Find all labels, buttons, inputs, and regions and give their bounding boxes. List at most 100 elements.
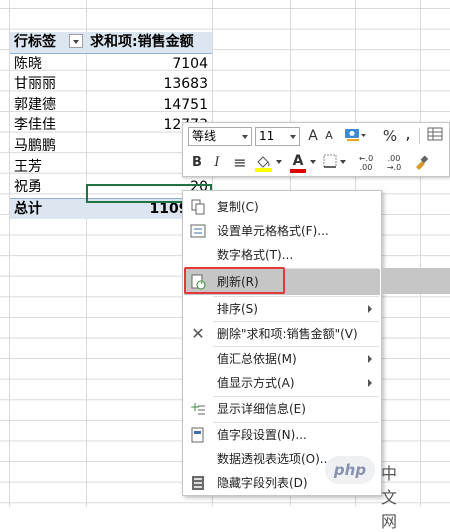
menu-item-label: 隐藏字段列表(D)	[217, 476, 308, 490]
field-settings-icon	[190, 427, 206, 443]
highlight-swatch	[255, 168, 272, 172]
total-label: 总计	[14, 200, 42, 217]
refresh-highlight-box	[184, 267, 285, 294]
font-color-icon: A	[292, 153, 304, 169]
grow-font-icon: A	[308, 128, 318, 144]
menu-item-label: 显示详细信息(E)	[217, 402, 306, 416]
table-icon	[427, 127, 443, 141]
mini-toolbar: 等线 11 A A % , B I ≡ A ←.0 .00 .00 →.0	[182, 122, 450, 177]
menu-item-number-format[interactable]: 数字格式(T)...	[184, 243, 380, 267]
percent-style-button[interactable]: %	[381, 126, 399, 146]
column-line	[420, 0, 421, 506]
delete-x-icon: ✕	[191, 324, 205, 343]
table-row[interactable]: 陈晓 7104	[10, 54, 212, 75]
toolbar-separator	[419, 128, 420, 144]
menu-item-label: 排序(S)	[217, 302, 258, 316]
increase-decimal-button[interactable]: ←.0 .00	[353, 154, 379, 174]
decrease-decimal-icon: .00 →.0	[386, 154, 402, 172]
context-menu: 复制(C) 设置单元格格式(F)... 数字格式(T)... 刷新(R) 排序(…	[182, 190, 382, 496]
table-row[interactable]: 甘丽丽 13683	[10, 74, 212, 95]
accounting-format-icon	[345, 129, 366, 141]
value-field-header[interactable]: 求和项:销售金额	[90, 32, 194, 52]
row-name: 郭建德	[14, 96, 56, 113]
menu-item-label: 复制(C)	[217, 200, 259, 214]
field-list-icon	[190, 475, 206, 491]
menu-item-format-cells[interactable]: 设置单元格格式(F)...	[184, 219, 380, 243]
font-color-swatch	[290, 169, 306, 173]
font-size-value: 11	[259, 129, 275, 143]
row-value: 7104	[172, 55, 208, 72]
format-cells-icon	[190, 223, 206, 239]
menu-item-show-values-as[interactable]: 值显示方式(A)	[184, 371, 380, 395]
menu-item-label: 值显示方式(A)	[217, 376, 295, 390]
shrink-font-button[interactable]: A	[321, 126, 337, 146]
row-value: 14751	[163, 96, 208, 113]
row-name: 祝勇	[14, 179, 42, 196]
italic-icon: I	[214, 155, 220, 170]
chevron-down-icon	[290, 135, 296, 139]
show-detail-icon: +	[190, 400, 206, 417]
filter-dropdown-button[interactable]	[69, 34, 83, 48]
menu-item-label: 值字段设置(N)...	[217, 428, 307, 442]
border-icon	[323, 154, 337, 168]
font-name-dropdown[interactable]: 等线	[188, 127, 252, 146]
paint-bucket-icon	[255, 156, 272, 172]
chevron-right-icon	[368, 305, 372, 313]
fill-color-button[interactable]	[253, 153, 275, 173]
increase-decimal-icon: ←.0 .00	[358, 154, 374, 172]
borders-button[interactable]	[321, 153, 339, 173]
copy-icon	[190, 199, 206, 215]
php-logo: php	[325, 456, 375, 484]
chevron-down-icon	[340, 160, 346, 164]
chevron-right-icon	[368, 379, 372, 387]
menu-item-show-details[interactable]: + 显示详细信息(E)	[184, 397, 380, 421]
format-table-button[interactable]	[425, 126, 445, 146]
row-name: 王芳	[14, 158, 42, 175]
borders-dropdown[interactable]	[339, 160, 347, 180]
table-row[interactable]: 郭建德 14751	[10, 95, 212, 116]
chevron-down-icon	[242, 135, 248, 139]
menu-item-label: 删除"求和项:销售金额"(V)	[217, 327, 358, 341]
fill-color-dropdown[interactable]	[275, 160, 283, 180]
row-name: 马鹏鹏	[14, 137, 56, 154]
align-center-icon: ≡	[233, 153, 247, 172]
align-button[interactable]: ≡	[231, 153, 249, 173]
menu-item-copy[interactable]: 复制(C)	[184, 195, 380, 219]
italic-button[interactable]: I	[209, 153, 225, 173]
decrease-decimal-button[interactable]: .00 →.0	[381, 154, 407, 174]
pivot-header-row: 行标签 求和项:销售金额	[10, 32, 212, 54]
font-size-dropdown[interactable]: 11	[255, 127, 300, 146]
menu-item-value-field-settings[interactable]: 值字段设置(N)...	[184, 423, 380, 447]
shrink-font-icon: A	[325, 129, 333, 142]
grow-font-button[interactable]: A	[305, 126, 321, 146]
menu-item-summarize-by[interactable]: 值汇总依据(M)	[184, 347, 380, 371]
chevron-down-icon	[310, 160, 316, 164]
chevron-right-icon	[368, 355, 372, 363]
row-name: 李佳佳	[14, 117, 56, 134]
row-name: 陈晓	[14, 55, 42, 72]
row-labels-header[interactable]: 行标签	[14, 32, 56, 52]
chevron-down-icon	[276, 160, 282, 164]
watermark-text: 中文网	[381, 464, 398, 531]
format-painter-button[interactable]	[411, 153, 431, 173]
font-color-button[interactable]: A	[287, 151, 309, 173]
bold-icon: B	[192, 155, 202, 170]
svg-text:+: +	[190, 401, 200, 414]
menu-item-label: 值汇总依据(M)	[217, 352, 297, 366]
accounting-format-button[interactable]	[341, 126, 369, 146]
bold-button[interactable]: B	[189, 153, 205, 173]
menu-item-label: 设置单元格格式(F)...	[217, 224, 329, 238]
comma-icon: ,	[405, 124, 411, 144]
row-name: 甘丽丽	[14, 76, 56, 93]
font-color-dropdown[interactable]	[309, 160, 317, 180]
hover-row-extension	[382, 268, 450, 294]
row-value: 13683	[163, 76, 208, 93]
comma-style-button[interactable]: ,	[401, 124, 415, 144]
paintbrush-icon	[416, 155, 429, 170]
menu-item-delete-field[interactable]: ✕ 删除"求和项:销售金额"(V)	[184, 322, 380, 346]
font-name-value: 等线	[192, 129, 217, 143]
menu-item-sort[interactable]: 排序(S)	[184, 297, 380, 321]
menu-item-label: 数字格式(T)...	[217, 248, 294, 262]
menu-item-label: 数据透视表选项(O)...	[217, 452, 332, 466]
percent-icon: %	[382, 127, 398, 145]
